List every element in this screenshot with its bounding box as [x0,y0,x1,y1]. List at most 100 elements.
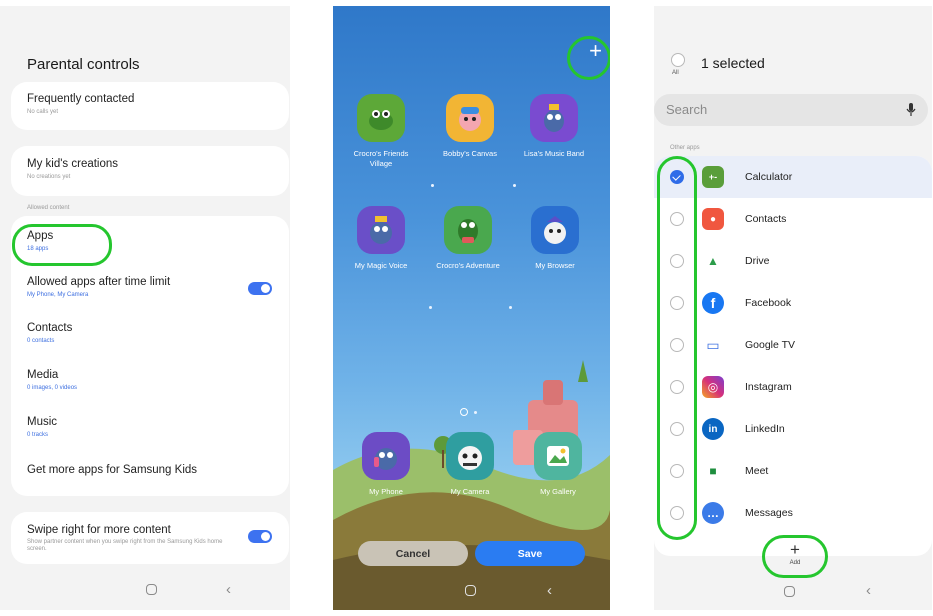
media-sub: 0 images, 0 videos [27,385,78,391]
dock-app-my-camera[interactable]: My Camera [435,432,505,497]
other-apps-section-label: Other apps [670,145,700,151]
microphone-icon[interactable] [906,103,916,117]
app-name: Drive [745,255,770,267]
app-name: My Gallery [540,487,576,496]
kids-home-screen: + Crocro's Friends Village Bobby's Canva… [333,6,610,610]
select-all-radio[interactable] [671,53,685,67]
music-sub: 0 tracks [27,432,49,438]
app-name: My Magic Voice [354,261,408,270]
select-apps-screen: All 1 selected Search Other apps +- Calc… [654,6,932,610]
app-tile-crocros-adventure[interactable]: Crocro's Adventure [433,206,503,271]
app-name: Messages [745,507,793,519]
page-dot [431,184,434,187]
frequently-contacted-item[interactable]: Frequently contacted No calls yet [11,82,289,130]
frequently-contacted-label: Frequently contacted [27,93,135,105]
my-gallery-icon [534,432,582,480]
linkedin-icon: in [702,418,724,440]
home-icon[interactable] [784,586,795,597]
app-name: Bobby's Canvas [443,149,497,158]
back-icon[interactable]: ‹ [547,583,552,598]
instagram-icon: ◎ [702,376,724,398]
search-input[interactable]: Search [666,102,707,117]
app-name: Google TV [745,339,796,351]
meet-icon: ■ [702,460,724,482]
app-tile-my-browser[interactable]: My Browser [520,206,590,271]
contacts-item[interactable]: Contacts 0 contacts [27,322,275,344]
media-item[interactable]: Media 0 images, 0 videos [27,369,275,391]
save-button[interactable]: Save [475,541,585,566]
checkboxes-highlight [657,156,697,540]
kids-creations-item[interactable]: My kid's creations No creations yet [11,146,289,196]
apps-highlight-circle [12,224,112,266]
page-indicator-home-icon [460,408,468,416]
app-name: My Camera [450,487,490,496]
app-name: LinkedIn [745,423,785,435]
app-tile-bobbys-canvas[interactable]: Bobby's Canvas [435,94,505,159]
allowed-apps-toggle[interactable] [248,282,272,295]
app-name: Contacts [745,213,787,225]
back-icon[interactable]: ‹ [866,583,871,598]
nav-bar: ‹ [654,570,932,610]
crocro-adventure-icon [444,206,492,254]
parental-controls-screen: Parental controls Frequently contacted N… [0,6,290,610]
allowed-apps-label: Allowed apps after time limit [27,276,171,288]
app-name: Lisa's Music Band [523,149,585,158]
frequently-contacted-sub: No calls yet [27,109,59,115]
swipe-right-label: Swipe right for more content [27,524,171,536]
dock-app-my-gallery[interactable]: My Gallery [523,432,593,497]
app-name: My Phone [369,487,403,496]
select-all-label: All [672,70,679,76]
calculator-icon: +- [702,166,724,188]
app-name: Facebook [745,297,792,309]
page-dot [429,306,432,309]
home-icon[interactable] [465,585,476,596]
app-tile-my-magic-voice[interactable]: My Magic Voice [346,206,416,271]
app-name: Meet [745,465,769,477]
facebook-icon: f [702,292,724,314]
magic-voice-icon [357,206,405,254]
music-item[interactable]: Music 0 tracks [27,416,275,438]
page-indicator-dot [474,411,477,414]
lisa-music-icon [530,94,578,142]
browser-icon [531,206,579,254]
search-bar[interactable]: Search [654,94,928,126]
contacts-label: Contacts [27,322,73,334]
nav-bar: ‹ [333,570,610,610]
swipe-right-sub: Show partner content when you swipe righ… [27,539,223,552]
back-icon[interactable]: ‹ [226,582,231,597]
kids-creations-sub: No creations yet [27,174,71,180]
home-icon[interactable] [146,584,157,595]
drive-icon: ▲ [702,250,724,272]
allowed-apps-after-time-limit-item[interactable]: Allowed apps after time limit My Phone, … [27,276,275,298]
get-more-apps-item[interactable]: Get more apps for Samsung Kids [27,464,275,476]
page-title: Parental controls [27,56,140,73]
app-tile-lisas-music-band[interactable]: Lisa's Music Band [519,94,589,159]
messages-icon: … [702,502,724,524]
app-name: Crocro's Friends Village [353,149,409,168]
get-more-apps-label: Get more apps for Samsung Kids [27,464,198,476]
allowed-apps-sub: My Phone, My Camera [27,292,89,298]
my-camera-icon [446,432,494,480]
page-dot [509,306,512,309]
swipe-right-card[interactable]: Swipe right for more content Show partne… [11,512,289,564]
app-tile-crocros-friends[interactable]: Crocro's Friends Village [346,94,416,169]
allowed-content-section-label: Allowed content [27,205,70,211]
my-phone-icon [362,432,410,480]
nav-bar: ‹ [0,570,290,610]
kids-creations-label: My kid's creations [27,158,119,170]
app-name: Calculator [745,171,793,183]
swipe-right-toggle[interactable] [248,530,272,543]
selected-count: 1 selected [701,55,765,71]
media-label: Media [27,369,59,381]
google-tv-icon: ▭ [702,334,724,356]
contacts-sub: 0 contacts [27,338,55,344]
app-name: Crocro's Adventure [436,261,500,270]
crocro-friends-icon [357,94,405,142]
dock-app-my-phone[interactable]: My Phone [351,432,421,497]
contacts-icon: ● [702,208,724,230]
cancel-button[interactable]: Cancel [358,541,468,566]
music-label: Music [27,416,58,428]
app-name: Instagram [745,381,792,393]
add-highlight-circle [567,36,610,80]
bobby-canvas-icon [446,94,494,142]
